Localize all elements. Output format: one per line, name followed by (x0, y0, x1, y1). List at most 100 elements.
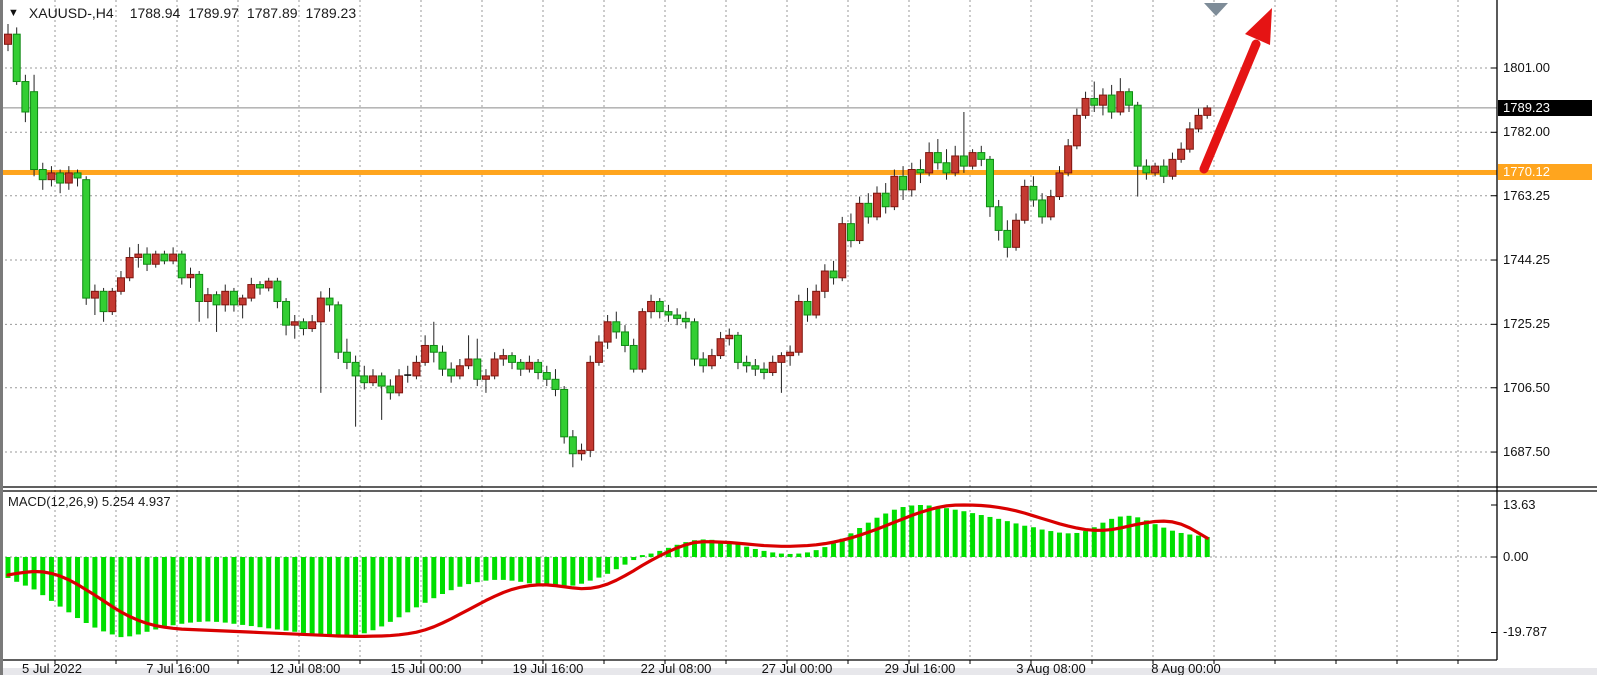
macd-histogram-bar (562, 557, 567, 587)
symbol-dropdown-icon[interactable]: ▼ (8, 7, 19, 19)
macd-histogram-bar (258, 557, 263, 627)
macd-histogram-bar (388, 557, 393, 622)
time-tick-label: 5 Jul 2022 (22, 661, 82, 675)
candle-bear (552, 379, 559, 389)
candle-bull (813, 291, 820, 315)
candle-bear (621, 332, 628, 346)
quote-high: 1789.97 (188, 5, 239, 21)
candle-bull (526, 362, 533, 369)
candle-bear (326, 298, 333, 305)
candle-bull (795, 301, 802, 352)
macd-histogram-bar (318, 557, 323, 635)
macd-histogram-bar (214, 557, 219, 622)
macd-histogram-bar (605, 557, 610, 574)
candle-bear (378, 376, 385, 386)
candle-bear (196, 274, 203, 301)
candle-bull (500, 356, 507, 359)
candle-bear (361, 376, 368, 383)
candle-bear (674, 315, 681, 318)
candle-bear (283, 301, 290, 325)
macd-histogram-bar (822, 547, 827, 557)
candle-bear (917, 170, 924, 173)
macd-histogram-bar (570, 557, 575, 586)
candle-bear (900, 176, 907, 190)
candle-bull (952, 156, 959, 173)
candle-bull (309, 322, 316, 329)
candle-bull (65, 173, 72, 183)
macd-histogram-bar (370, 557, 375, 630)
candle-bull (1082, 98, 1089, 115)
candle-bear (1004, 230, 1011, 247)
macd-histogram-bar (1161, 528, 1166, 557)
macd-histogram-bar (814, 550, 819, 557)
macd-histogram-bar (466, 557, 471, 584)
macd-histogram-bar (231, 557, 236, 624)
macd-histogram-bar (875, 518, 880, 557)
candle-bull (1065, 146, 1072, 173)
macd-histogram-bar (205, 557, 210, 621)
candle-bull (769, 362, 776, 372)
candle-bear (13, 34, 20, 81)
macd-histogram-bar (188, 557, 193, 623)
price-tick-label: 1725.25 (1503, 316, 1593, 332)
candle-bull (1047, 197, 1054, 217)
macd-histogram-bar (414, 557, 419, 607)
candle-bull (422, 345, 429, 362)
price-tick-label: 1744.25 (1503, 252, 1593, 268)
candle-bull (1056, 173, 1063, 197)
macd-histogram-bar (953, 510, 958, 557)
candle-bull (595, 342, 602, 362)
macd-histogram-bar (649, 554, 654, 557)
candle-bull (1152, 166, 1159, 173)
macd-histogram-bar (118, 557, 123, 637)
macd-histogram-bar (66, 557, 71, 612)
candle-bull (648, 301, 655, 311)
candle-bear (39, 170, 46, 180)
macd-histogram-bar (883, 514, 888, 557)
time-tick-label: 8 Aug 00:00 (1151, 661, 1220, 675)
candle-bull (604, 322, 611, 342)
chart-canvas[interactable] (0, 0, 1597, 675)
candle-bull (317, 298, 324, 322)
candle-bull (1073, 115, 1080, 145)
candle-bull (152, 254, 159, 264)
macd-histogram-bar (631, 557, 636, 560)
candle-bull (109, 291, 116, 311)
macd-histogram-bar (49, 557, 54, 601)
macd-histogram-bar (1031, 527, 1036, 557)
candle-bear (178, 254, 185, 278)
candle-bear (448, 369, 455, 376)
candle-bear (1160, 166, 1167, 176)
macd-histogram-bar (961, 511, 966, 557)
macd-histogram-bar (153, 557, 158, 629)
candle-bear (474, 359, 481, 379)
quote-close: 1789.23 (306, 5, 357, 21)
macd-histogram-bar (266, 557, 271, 628)
macd-histogram-bar (101, 557, 106, 631)
candle-bear (656, 301, 663, 311)
time-tick-label: 27 Jul 00:00 (762, 661, 833, 675)
candle-bull (170, 254, 177, 261)
candle-bull (482, 376, 489, 379)
macd-histogram-bar (240, 557, 245, 625)
candle-bull (587, 362, 594, 450)
candle-bear (161, 254, 168, 261)
candle-bull (839, 224, 846, 278)
macd-histogram-bar (1118, 517, 1123, 557)
macd-histogram-bar (1153, 524, 1158, 557)
macd-histogram-bar (1127, 516, 1132, 557)
macd-histogram-bar (440, 557, 445, 594)
candle-bear (734, 335, 741, 362)
macd-tick-label: 13.63 (1503, 497, 1593, 513)
candle-bear (934, 153, 941, 163)
macd-histogram-bar (510, 557, 515, 581)
macd-histogram-bar (362, 557, 367, 633)
macd-histogram-bar (179, 557, 184, 624)
macd-histogram-bar (1005, 521, 1010, 557)
quote-low: 1787.89 (247, 5, 298, 21)
macd-histogram-bar (901, 507, 906, 557)
candle-bull (1178, 149, 1185, 159)
macd-histogram-bar (310, 557, 315, 634)
candle-bull (465, 359, 472, 366)
macd-histogram-bar (927, 505, 932, 557)
